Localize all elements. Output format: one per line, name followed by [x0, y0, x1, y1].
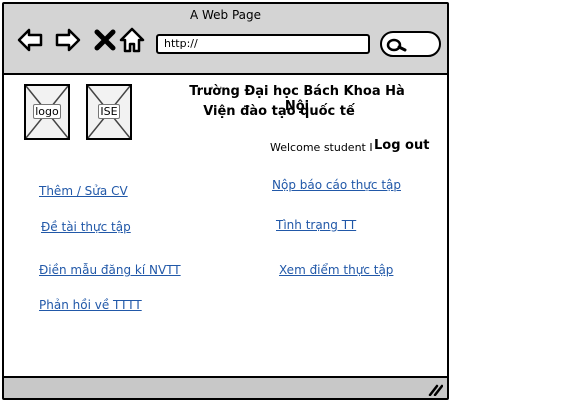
browser-window: A Web Page http:// logo ISE Trường Đại h…: [2, 2, 449, 400]
logout-link[interactable]: Log out: [374, 138, 429, 153]
welcome-text: Welcome student I: [270, 141, 373, 154]
browser-chrome: A Web Page http://: [4, 4, 447, 75]
ise-image: ISE: [86, 84, 132, 140]
status-bar: [4, 376, 447, 398]
institute-title: Viện đào tạo quốc tế: [203, 104, 355, 119]
link-internship-status[interactable]: Tình trạng TT: [276, 218, 356, 232]
x-icon: [94, 29, 116, 51]
link-view-grades[interactable]: Xem điểm thực tập: [279, 263, 393, 277]
search-icon: [386, 38, 407, 52]
link-submit-report[interactable]: Nộp báo cáo thực tập: [272, 178, 401, 192]
link-add-edit-cv[interactable]: Thêm / Sửa CV: [39, 184, 128, 198]
link-registration-form[interactable]: Điền mẫu đăng kí NVTT: [39, 263, 181, 277]
home-button[interactable]: [118, 26, 146, 54]
ise-label: ISE: [98, 104, 120, 119]
url-input[interactable]: http://: [156, 34, 370, 54]
link-feedback[interactable]: Phản hồi về TTTT: [39, 298, 142, 312]
back-button[interactable]: [16, 26, 44, 54]
home-icon: [119, 27, 145, 53]
resize-grip-icon[interactable]: [427, 382, 443, 396]
logo-image: logo: [24, 84, 70, 140]
window-title: A Web Page: [189, 8, 262, 22]
stop-button[interactable]: [92, 26, 120, 54]
forward-button[interactable]: [54, 26, 82, 54]
arrow-right-icon: [55, 28, 81, 52]
logo-label: logo: [33, 104, 61, 119]
arrow-left-icon: [17, 28, 43, 52]
search-field[interactable]: [380, 31, 441, 57]
link-internship-topics[interactable]: Đề tài thực tập: [41, 220, 131, 234]
